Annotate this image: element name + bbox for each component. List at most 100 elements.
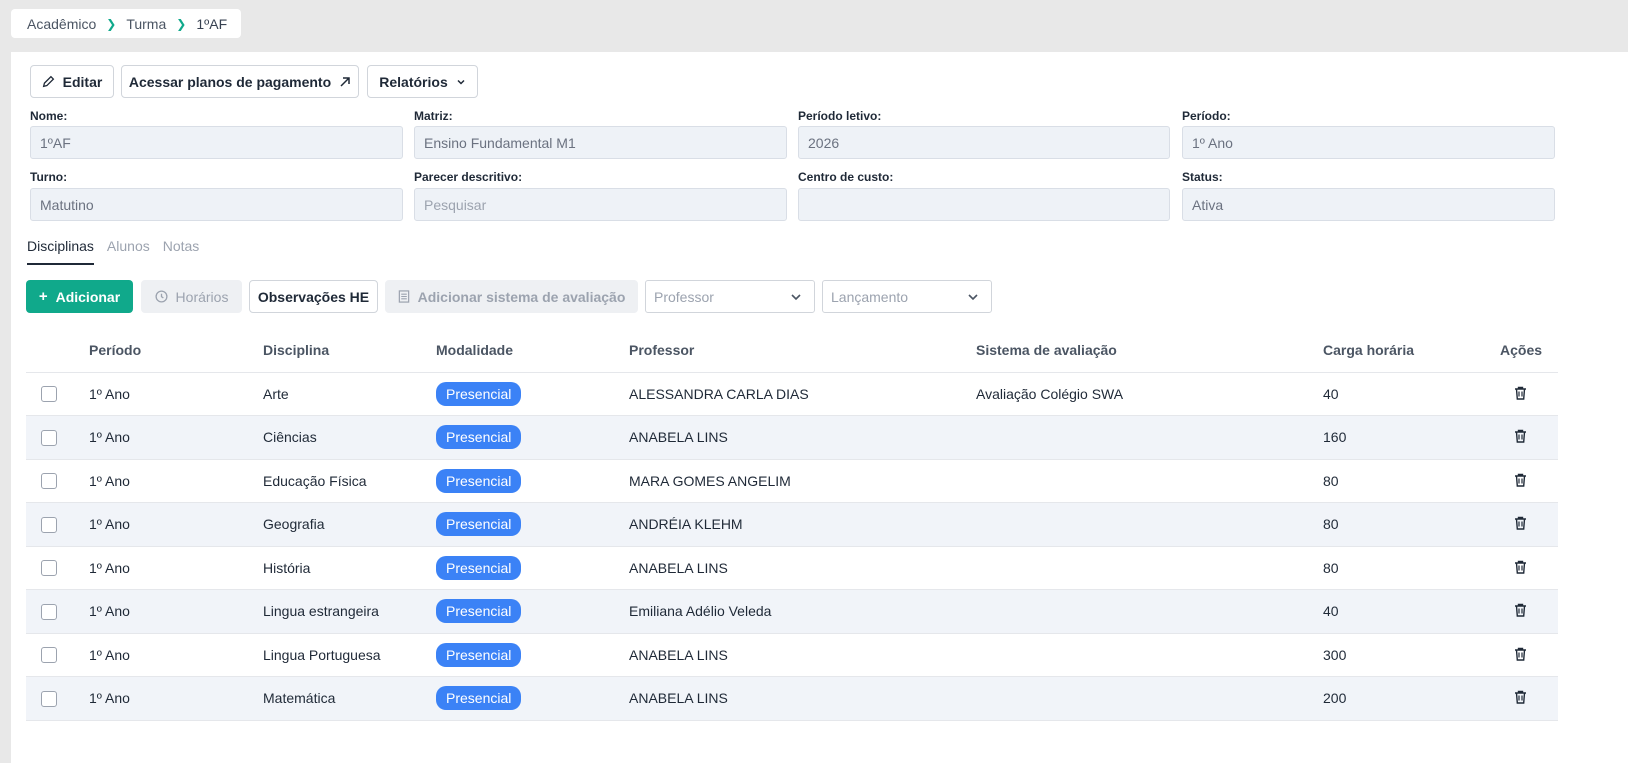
header-professor[interactable]: Professor <box>629 329 976 373</box>
acoes-cell <box>1500 415 1558 460</box>
table-row: 1º Ano Arte Presencial ALESSANDRA CARLA … <box>26 372 1558 416</box>
tab-notas[interactable]: Notas <box>163 238 200 265</box>
periodo-cell: 1º Ano <box>89 633 263 677</box>
schedules-label: Horários <box>175 288 229 305</box>
periodo-letivo-field[interactable]: 2026 <box>798 126 1170 159</box>
trash-icon[interactable] <box>1514 690 1527 707</box>
professor-select-placeholder: Professor <box>654 288 714 305</box>
pencil-icon <box>42 75 54 88</box>
main-panel: Editar Acessar planos de pagamento Relat… <box>11 52 1628 763</box>
professor-cell: ANABELA LINS <box>629 676 976 721</box>
chevron-down-icon <box>457 79 465 85</box>
trash-icon[interactable] <box>1514 386 1527 403</box>
periodo-cell: 1º Ano <box>89 589 263 634</box>
table-header-row: Período Disciplina Modalidade Professor … <box>26 329 1558 373</box>
professor-cell: MARA GOMES ANGELIM <box>629 459 976 503</box>
row-checkbox[interactable] <box>41 429 57 446</box>
payment-plans-button[interactable]: Acessar planos de pagamento <box>121 65 359 98</box>
periodo-cell: 1º Ano <box>89 415 263 460</box>
chevron-down-icon <box>791 293 801 300</box>
professor-cell: Emiliana Adélio Veleda <box>629 589 976 634</box>
modalidade-badge: Presencial <box>436 642 522 667</box>
carga-cell: 160 <box>1323 415 1500 460</box>
carga-cell: 80 <box>1323 459 1500 503</box>
payment-plans-label: Acessar planos de pagamento <box>128 73 332 90</box>
table-row: 1º Ano Geografia Presencial ANDRÉIA KLEH… <box>26 502 1558 547</box>
row-select-cell <box>26 676 89 721</box>
trash-icon[interactable] <box>1514 473 1527 490</box>
parecer-search-field[interactable]: Pesquisar <box>414 188 787 221</box>
sistema-cell <box>976 633 1323 677</box>
add-evaluation-system-button[interactable]: Adicionar sistema de avaliação <box>385 280 638 313</box>
carga-cell: 80 <box>1323 546 1500 590</box>
modalidade-badge: Presencial <box>436 468 522 493</box>
table-row: 1º Ano Ciências Presencial ANABELA LINS … <box>26 415 1558 460</box>
status-field[interactable]: Ativa <box>1182 188 1555 221</box>
row-checkbox[interactable] <box>41 560 57 577</box>
modalidade-badge: Presencial <box>436 425 522 450</box>
trash-icon[interactable] <box>1514 603 1527 620</box>
observations-he-button[interactable]: Observações HE <box>249 280 378 313</box>
row-checkbox[interactable] <box>41 516 57 533</box>
header-disciplina[interactable]: Disciplina <box>263 329 436 373</box>
modalidade-cell: Presencial <box>436 502 629 547</box>
carga-cell: 300 <box>1323 633 1500 677</box>
row-checkbox[interactable] <box>41 473 57 490</box>
header-sistema[interactable]: Sistema de avaliação <box>976 329 1323 373</box>
carga-cell: 80 <box>1323 502 1500 547</box>
acoes-cell <box>1500 546 1558 590</box>
periodo-cell: 1º Ano <box>89 676 263 721</box>
trash-icon[interactable] <box>1514 516 1527 533</box>
row-select-cell <box>26 372 89 416</box>
row-checkbox[interactable] <box>41 603 57 620</box>
row-checkbox[interactable] <box>41 647 57 664</box>
disciplina-cell: Educação Física <box>263 459 436 503</box>
table-row: 1º Ano Lingua Portuguesa Presencial ANAB… <box>26 633 1558 677</box>
professor-cell: ANABELA LINS <box>629 546 976 590</box>
modalidade-cell: Presencial <box>436 633 629 677</box>
professor-cell: ANABELA LINS <box>629 415 976 460</box>
parecer-label: Parecer descritivo: <box>414 170 523 184</box>
add-button-label: Adicionar <box>55 288 121 305</box>
breadcrumb-item-academico[interactable]: Acadêmico <box>27 16 96 32</box>
carga-cell: 40 <box>1323 372 1500 416</box>
reports-dropdown[interactable]: Relatórios <box>367 65 478 98</box>
breadcrumb-item-turma[interactable]: Turma <box>126 16 166 32</box>
tab-alunos[interactable]: Alunos <box>107 238 150 265</box>
add-discipline-button[interactable]: + Adicionar <box>26 280 133 313</box>
row-checkbox[interactable] <box>41 690 57 707</box>
trash-icon[interactable] <box>1514 560 1527 577</box>
row-checkbox[interactable] <box>41 386 57 403</box>
table-row: 1º Ano Educação Física Presencial MARA G… <box>26 459 1558 503</box>
launch-select[interactable]: Lançamento <box>822 280 992 313</box>
periodo-cell: 1º Ano <box>89 546 263 590</box>
add-evaluation-label: Adicionar sistema de avaliação <box>417 288 626 305</box>
matriz-label: Matriz: <box>414 109 453 123</box>
header-acoes: Ações <box>1500 329 1558 373</box>
header-select <box>26 329 89 373</box>
professor-select[interactable]: Professor <box>645 280 815 313</box>
header-periodo[interactable]: Período <box>89 329 263 373</box>
header-carga[interactable]: Carga horária <box>1323 329 1500 373</box>
centro-custo-field[interactable] <box>798 188 1170 221</box>
matriz-field[interactable]: Ensino Fundamental M1 <box>414 126 787 159</box>
nome-field[interactable]: 1ºAF <box>30 126 403 159</box>
table-row: 1º Ano História Presencial ANABELA LINS … <box>26 546 1558 590</box>
edit-button[interactable]: Editar <box>30 65 114 98</box>
periodo-letivo-label: Período letivo: <box>798 109 882 123</box>
trash-icon[interactable] <box>1514 429 1527 446</box>
schedules-button[interactable]: Horários <box>141 280 242 313</box>
tabs: Disciplinas Alunos Notas <box>27 238 212 265</box>
periodo-field[interactable]: 1º Ano <box>1182 126 1555 159</box>
plus-icon: + <box>38 288 48 305</box>
professor-cell: ANABELA LINS <box>629 633 976 677</box>
sistema-cell <box>976 415 1323 460</box>
header-modalidade[interactable]: Modalidade <box>436 329 629 373</box>
status-label: Status: <box>1182 170 1223 184</box>
tab-disciplinas[interactable]: Disciplinas <box>27 238 94 265</box>
sistema-cell <box>976 676 1323 721</box>
turno-field[interactable]: Matutino <box>30 188 403 221</box>
trash-icon[interactable] <box>1514 647 1527 664</box>
table-row: 1º Ano Matemática Presencial ANABELA LIN… <box>26 676 1558 721</box>
row-select-cell <box>26 546 89 590</box>
